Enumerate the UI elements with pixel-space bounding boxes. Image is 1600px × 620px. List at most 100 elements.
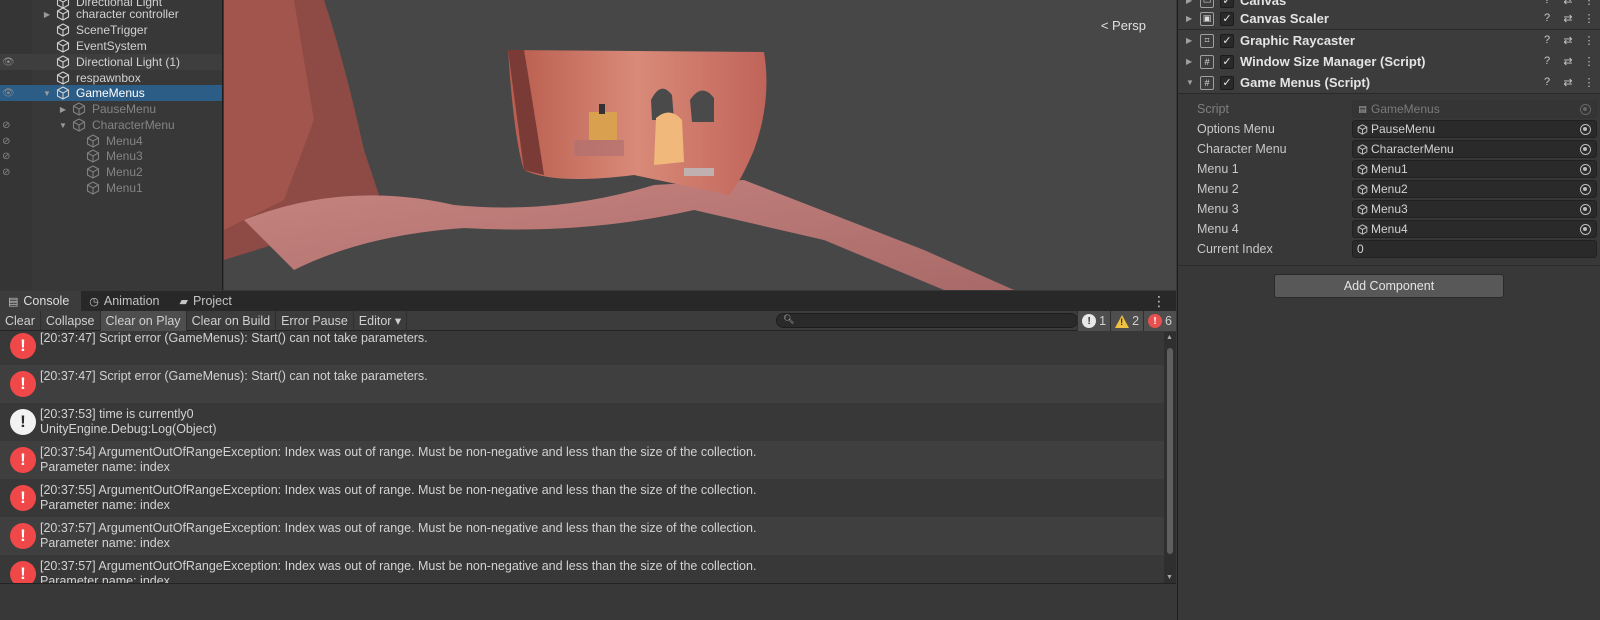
kebab-menu-icon[interactable]: ⋮ (1583, 12, 1595, 25)
object-picker-icon[interactable] (1580, 203, 1591, 215)
console-log-entry[interactable]: ! [20:37:53] time is currently0 UnityEngin… (0, 403, 1164, 441)
hierarchy-item[interactable]: 👁︎ Directional Light (1) (0, 54, 222, 70)
preset-sliders-icon[interactable]: ⇄ (1562, 76, 1574, 89)
preset-sliders-icon[interactable]: ⇄ (1562, 55, 1574, 68)
collapse-arrow-icon[interactable]: ▼ (58, 121, 68, 130)
visibility-toggle-icon[interactable] (2, 180, 30, 196)
warning-count-toggle[interactable]: 2 (1110, 311, 1144, 331)
object-picker-icon[interactable] (1580, 143, 1591, 155)
console-log-entry[interactable]: ! [20:37:57] ArgumentOutOfRangeException:… (0, 555, 1164, 583)
kebab-menu-icon[interactable]: ⋮ (1583, 34, 1595, 47)
object-picker-icon[interactable] (1580, 123, 1591, 135)
kebab-menu-icon[interactable]: ⋮ (1152, 293, 1166, 310)
component-enabled-checkbox[interactable]: ✓ (1220, 54, 1234, 69)
help-icon[interactable]: ? (1541, 34, 1553, 47)
hierarchy-item[interactable]: Menu1 (0, 180, 222, 196)
expand-arrow-icon[interactable]: ▶ (1186, 36, 1192, 45)
toolbar-button-editor[interactable]: Editor ▾ (354, 310, 408, 331)
console-log-entry[interactable]: ! [20:37:55] ArgumentOutOfRangeException:… (0, 479, 1164, 517)
error-count-toggle[interactable]: ! 6 (1143, 311, 1176, 331)
object-reference-field[interactable]: Menu1 (1352, 160, 1597, 178)
hierarchy-item[interactable]: ⊘ Menu4 (0, 133, 222, 149)
tab-project[interactable]: ▰ Project (171, 291, 243, 311)
hierarchy-item[interactable]: ⊘ Menu2 (0, 164, 222, 180)
help-icon[interactable]: ? (1541, 12, 1553, 25)
expand-arrow-icon[interactable]: ▶ (42, 10, 52, 19)
kebab-menu-icon[interactable]: ⋮ (1583, 76, 1595, 89)
component-enabled-checkbox[interactable]: ✓ (1220, 75, 1234, 90)
scrollbar-thumb[interactable] (1167, 348, 1173, 554)
console-log-entry[interactable]: ! [20:37:47] Script error (GameMenus): St… (0, 332, 1164, 365)
object-reference-field[interactable]: PauseMenu (1352, 120, 1597, 138)
gameobject-cube-icon (56, 86, 70, 100)
visibility-toggle-icon[interactable]: ⊘ (2, 133, 30, 149)
tab-animation[interactable]: ◷ Animation (81, 291, 171, 311)
hierarchy-item[interactable]: respawnbox (0, 70, 222, 86)
object-picker-icon[interactable] (1580, 223, 1591, 235)
visibility-toggle-icon[interactable] (2, 101, 30, 117)
current-index-field[interactable]: 0 (1352, 240, 1597, 258)
expand-arrow-icon[interactable]: ▶ (1186, 0, 1192, 5)
component-header[interactable]: ▶ # ✓ Window Size Manager (Script)? ⇄ ⋮ (1178, 51, 1600, 73)
toolbar-button-collapse[interactable]: Collapse (41, 310, 101, 331)
console-scrollbar[interactable]: ▲ ▼ (1164, 332, 1176, 583)
kebab-menu-icon[interactable]: ⋮ (1583, 55, 1595, 68)
component-enabled-checkbox[interactable]: ✓ (1220, 0, 1234, 8)
toolbar-button-clear-on-build[interactable]: Clear on Build (187, 310, 277, 331)
collapse-arrow-icon[interactable]: ▼ (1186, 78, 1194, 87)
help-icon[interactable]: ? (1541, 55, 1553, 68)
scroll-down-arrow-icon[interactable]: ▼ (1166, 574, 1173, 581)
component-header[interactable]: ▼ # ✓ Game Menus (Script)? ⇄ ⋮ (1178, 72, 1600, 94)
console-search-input[interactable]: 🔍︎ (776, 313, 1078, 328)
add-component-button[interactable]: Add Component (1274, 274, 1504, 298)
info-count-toggle[interactable]: ! 1 (1077, 311, 1111, 331)
persp-gizmo-label[interactable]: < Persp (1101, 18, 1146, 33)
console-log-entry[interactable]: ! [20:37:47] Script error (GameMenus): St… (0, 365, 1164, 403)
preset-sliders-icon[interactable]: ⇄ (1562, 12, 1574, 25)
hierarchy-item[interactable]: ▶ character controller (0, 6, 222, 22)
hierarchy-item[interactable]: ⊘ Menu3 (0, 148, 222, 164)
expand-arrow-icon[interactable]: ▶ (1186, 14, 1192, 23)
visibility-toggle-icon[interactable] (2, 70, 30, 86)
visibility-toggle-icon[interactable] (2, 38, 30, 54)
hierarchy-item[interactable]: ▶ PauseMenu (0, 101, 222, 117)
visibility-toggle-icon[interactable]: ⊘ (2, 148, 30, 164)
hierarchy-item[interactable]: 👁︎ ▼ GameMenus (0, 85, 222, 101)
object-picker-icon[interactable] (1580, 163, 1591, 175)
collapse-arrow-icon[interactable]: ▼ (42, 89, 52, 98)
tab-console[interactable]: ▤ Console (0, 291, 82, 311)
visibility-toggle-icon[interactable]: ⊘ (2, 117, 30, 133)
scene-view[interactable]: < Persp (224, 0, 1176, 290)
kebab-menu-icon[interactable]: ⋮ (1583, 0, 1595, 7)
toolbar-button-clear-on-play[interactable]: Clear on Play (100, 310, 187, 331)
help-icon[interactable]: ? (1541, 76, 1553, 89)
object-reference-field[interactable]: CharacterMenu (1352, 140, 1597, 158)
component-enabled-checkbox[interactable]: ✓ (1220, 33, 1234, 48)
component-header[interactable]: ▶ ⌗ ✓ Graphic Raycaster? ⇄ ⋮ (1178, 30, 1600, 52)
expand-arrow-icon[interactable]: ▶ (58, 105, 68, 114)
object-reference-field[interactable]: Menu3 (1352, 200, 1597, 218)
help-icon[interactable]: ? (1541, 0, 1553, 7)
visibility-toggle-icon[interactable]: 👁︎ (2, 54, 30, 70)
expand-arrow-icon[interactable]: ▶ (1186, 57, 1192, 66)
hierarchy-item[interactable]: SceneTrigger (0, 22, 222, 38)
component-enabled-checkbox[interactable]: ✓ (1220, 11, 1234, 26)
visibility-toggle-icon[interactable]: ⊘ (2, 164, 30, 180)
console-log-list[interactable]: ! [20:37:47] Script error (GameMenus): St… (0, 332, 1164, 583)
component-header[interactable]: ▶ ▣ ✓ Canvas Scaler? ⇄ ⋮ (1178, 8, 1600, 30)
hierarchy-item[interactable]: EventSystem (0, 38, 222, 54)
object-reference-field[interactable]: Menu4 (1352, 220, 1597, 238)
preset-sliders-icon[interactable]: ⇄ (1562, 34, 1574, 47)
console-log-entry[interactable]: ! [20:37:54] ArgumentOutOfRangeException:… (0, 441, 1164, 479)
object-reference-field[interactable]: Menu2 (1352, 180, 1597, 198)
visibility-toggle-icon[interactable]: 👁︎ (2, 85, 30, 101)
hierarchy-item[interactable]: ⊘ ▼ CharacterMenu (0, 117, 222, 133)
console-log-entry[interactable]: ! [20:37:57] ArgumentOutOfRangeException:… (0, 517, 1164, 555)
toolbar-button-error-pause[interactable]: Error Pause (276, 310, 354, 331)
visibility-toggle-icon[interactable] (2, 22, 30, 38)
toolbar-button-clear[interactable]: Clear (0, 310, 41, 331)
preset-sliders-icon[interactable]: ⇄ (1562, 0, 1574, 7)
object-picker-icon[interactable] (1580, 183, 1591, 195)
scroll-up-arrow-icon[interactable]: ▲ (1166, 334, 1173, 341)
visibility-toggle-icon[interactable] (2, 6, 30, 22)
